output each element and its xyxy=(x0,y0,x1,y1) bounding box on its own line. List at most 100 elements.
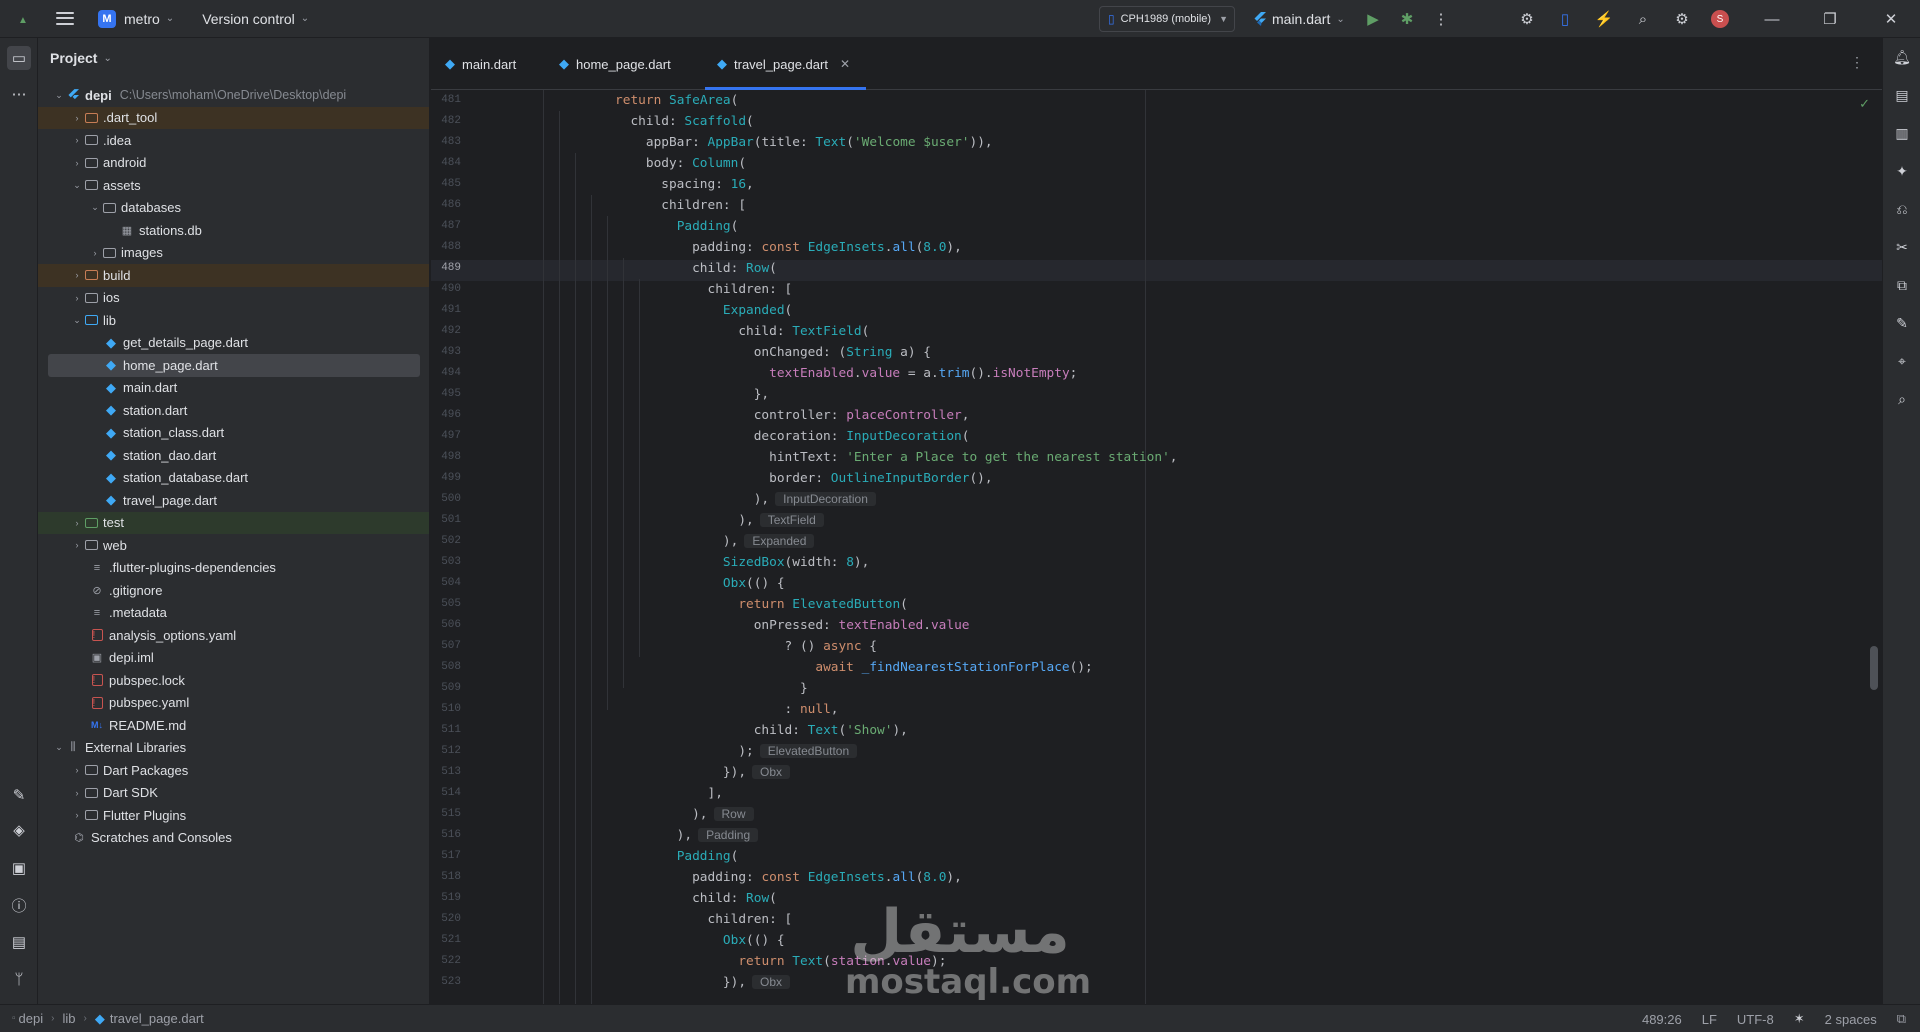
tree-item-metadata[interactable]: ≡ .metadata xyxy=(38,602,429,625)
run-tool-icon[interactable]: ▣ xyxy=(7,856,31,880)
file-encoding[interactable]: UTF-8 xyxy=(1737,1012,1774,1027)
run-icon[interactable]: ▶ xyxy=(1363,9,1383,29)
run-configuration-selector[interactable]: main.dart ⌄ xyxy=(1254,0,1345,38)
line-number[interactable]: 490 xyxy=(431,283,461,295)
structure-icon[interactable]: ⧉ xyxy=(1891,274,1913,296)
line-number[interactable]: 505 xyxy=(431,598,461,610)
line-number[interactable]: 523 xyxy=(431,976,461,988)
breadcrumb-item[interactable]: travel_page.dart xyxy=(110,1011,204,1026)
line-number[interactable]: 488 xyxy=(431,241,461,253)
chevron-down-icon[interactable]: ⌄ xyxy=(52,90,66,101)
tree-item-flutter-plugins-deps[interactable]: ≡ .flutter-plugins-dependencies xyxy=(38,557,429,580)
tree-item-gitignore[interactable]: ⊘ .gitignore xyxy=(38,579,429,602)
indent-setting[interactable]: 2 spaces xyxy=(1825,1012,1877,1027)
line-number[interactable]: 512 xyxy=(431,745,461,757)
tree-item-analysis-options[interactable]: ! analysis_options.yaml xyxy=(38,624,429,647)
line-number[interactable]: 522 xyxy=(431,955,461,967)
search-icon[interactable]: ⌕ xyxy=(1633,9,1653,29)
line-number[interactable]: 511 xyxy=(431,724,461,736)
notifications-bell-icon[interactable]: 🔔︎ xyxy=(1891,46,1913,68)
chevron-right-icon[interactable]: › xyxy=(70,540,84,550)
line-number[interactable]: 510 xyxy=(431,703,461,715)
line-number[interactable]: 519 xyxy=(431,892,461,904)
tree-item-flutter-plugins[interactable]: › Flutter Plugins xyxy=(38,804,429,827)
debug-icon[interactable]: ✱ xyxy=(1397,9,1417,29)
chevron-right-icon[interactable]: › xyxy=(70,810,84,820)
main-menu-icon[interactable] xyxy=(54,8,76,30)
settings-gear-icon[interactable]: ⚙ xyxy=(1672,9,1692,29)
line-number[interactable]: 483 xyxy=(431,136,461,148)
vertical-scrollbar[interactable] xyxy=(1870,646,1878,690)
chevron-down-icon[interactable]: ⌄ xyxy=(88,202,102,213)
line-number[interactable]: 501 xyxy=(431,514,461,526)
line-number[interactable]: 518 xyxy=(431,871,461,883)
tree-item-home-page[interactable]: ◆ home_page.dart xyxy=(48,354,420,377)
read-only-lock-icon[interactable]: ⧉ xyxy=(1897,1011,1906,1027)
tree-item-lib[interactable]: ⌄ lib xyxy=(38,309,429,332)
chevron-down-icon[interactable]: ⌄ xyxy=(301,13,309,24)
tree-item-dart-tool[interactable]: › .dart_tool xyxy=(38,106,429,129)
close-tab-icon[interactable]: ✕ xyxy=(840,57,850,71)
chevron-down-icon[interactable]: ⌄ xyxy=(166,13,174,24)
line-number[interactable]: 513 xyxy=(431,766,461,778)
device-selector[interactable]: ▯ CPH1989 (mobile) ▼ xyxy=(1099,6,1235,32)
flutter-inspector-icon[interactable]: ⚙ xyxy=(1517,9,1537,29)
terminal-icon[interactable]: ▤ xyxy=(7,930,31,954)
tree-item-external-libraries[interactable]: ⌄ ⫼ External Libraries xyxy=(38,737,429,760)
chevron-right-icon[interactable]: › xyxy=(70,158,84,168)
restore-icon[interactable]: ❐ xyxy=(1805,0,1855,38)
project-tool-icon[interactable]: ▭ xyxy=(7,46,31,70)
line-number[interactable]: 514 xyxy=(431,787,461,799)
tree-item-station-dao[interactable]: ◆ station_dao.dart xyxy=(38,444,429,467)
chevron-right-icon[interactable]: › xyxy=(70,293,84,303)
line-number[interactable]: 495 xyxy=(431,388,461,400)
tab-actions-icon[interactable]: ⋮ xyxy=(1850,54,1864,71)
line-separator[interactable]: LF xyxy=(1702,1012,1717,1027)
tree-item-pubspec-lock[interactable]: ! pubspec.lock xyxy=(38,669,429,692)
chevron-right-icon[interactable]: › xyxy=(70,270,84,280)
project-badge-icon[interactable]: M xyxy=(98,9,116,28)
tree-item-assets[interactable]: ⌄ assets xyxy=(38,174,429,197)
no-problems-check-icon[interactable]: ✓ xyxy=(1859,96,1870,112)
line-number[interactable]: 489 xyxy=(431,262,461,274)
tree-item-android[interactable]: › android xyxy=(38,152,429,175)
chevron-right-icon[interactable]: › xyxy=(70,518,84,528)
line-number[interactable]: 497 xyxy=(431,430,461,442)
line-number[interactable]: 516 xyxy=(431,829,461,841)
tree-item-ios[interactable]: › ios xyxy=(38,287,429,310)
version-control-menu[interactable]: Version control xyxy=(202,0,295,38)
gradle-icon[interactable]: ⎌ xyxy=(1891,198,1913,220)
tree-item-scratches[interactable]: ⌬ Scratches and Consoles xyxy=(38,827,429,850)
tree-item-dart-packages[interactable]: › Dart Packages xyxy=(38,759,429,782)
more-tools-icon[interactable]: ⋯ xyxy=(7,82,31,106)
tree-item-root[interactable]: ⌄ depi C:\Users\moham\OneDrive\Desktop\d… xyxy=(38,84,429,107)
user-avatar[interactable]: S xyxy=(1711,10,1729,28)
dart-devtools-icon[interactable]: ◈ xyxy=(7,818,31,842)
line-number[interactable]: 481 xyxy=(431,94,461,106)
line-number[interactable]: 507 xyxy=(431,640,461,652)
tree-item-station[interactable]: ◆ station.dart xyxy=(38,399,429,422)
line-number[interactable]: 493 xyxy=(431,346,461,358)
tree-item-databases[interactable]: ⌄ databases xyxy=(38,197,429,220)
tree-item-images[interactable]: › images xyxy=(38,242,429,265)
chevron-down-icon[interactable]: ⌄ xyxy=(52,742,66,753)
line-number[interactable]: 492 xyxy=(431,325,461,337)
flutter-inspector-icon[interactable]: ✎ xyxy=(7,783,31,807)
minimize-icon[interactable]: — xyxy=(1747,0,1797,38)
chevron-right-icon[interactable]: › xyxy=(88,248,102,258)
line-number[interactable]: 484 xyxy=(431,157,461,169)
line-number[interactable]: 491 xyxy=(431,304,461,316)
line-number[interactable]: 521 xyxy=(431,934,461,946)
line-number[interactable]: 515 xyxy=(431,808,461,820)
inspector-icon[interactable]: ⌖ xyxy=(1891,350,1913,372)
tree-item-test[interactable]: › test xyxy=(38,511,429,534)
tree-item-idea[interactable]: › .idea xyxy=(38,129,429,152)
device-manager-icon[interactable]: ▯ xyxy=(1555,9,1575,29)
tree-item-main[interactable]: ◆ main.dart xyxy=(38,377,429,400)
tree-item-station-class[interactable]: ◆ station_class.dart xyxy=(38,422,429,445)
line-number[interactable]: 499 xyxy=(431,472,461,484)
tree-item-dart-sdk[interactable]: › Dart SDK xyxy=(38,782,429,805)
ai-assistant-icon[interactable]: ✦ xyxy=(1891,160,1913,182)
tree-item-stations-db[interactable]: ▦ stations.db xyxy=(38,219,429,242)
line-number[interactable]: 520 xyxy=(431,913,461,925)
